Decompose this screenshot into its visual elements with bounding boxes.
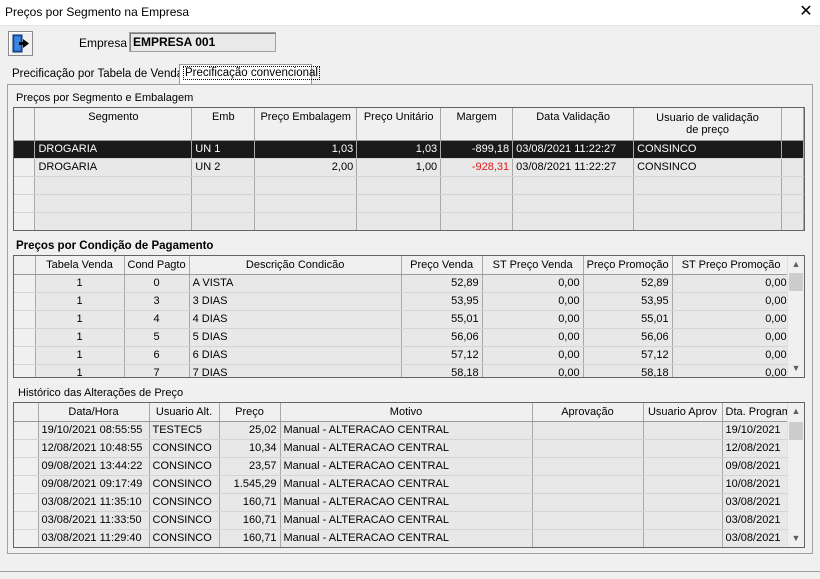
pagamento-grid[interactable]: Tabela Venda Cond Pagto Descrição Condic… [13,255,805,378]
col-preco-promocao[interactable]: Preço Promoção [583,256,673,275]
chevron-up-icon[interactable]: ▲ [788,256,804,273]
empty-row [14,212,804,230]
col-cond-pagto[interactable]: Cond Pagto [124,256,190,275]
col-usuario-alt[interactable]: Usuario Alt. [149,403,220,422]
margem-value: -928,31 [440,158,514,177]
col-descricao-condicao[interactable]: Descrição Condicão [189,256,402,275]
exit-button[interactable] [8,31,33,56]
pagamento-group-label: Preços por Condição de Pagamento [16,240,214,252]
col-st-preco-promocao[interactable]: ST Preço Promoção [672,256,791,275]
col-preco-unitario[interactable]: Preço Unitário [356,108,442,141]
chevron-down-icon[interactable]: ▼ [788,530,804,547]
table-row[interactable]: 09/08/2021 13:44:22 CONSINCO 23,57 Manual -… [14,457,795,476]
col-preco-venda[interactable]: Preço Venda [401,256,483,275]
col-data-validacao[interactable]: Data Validação [512,108,635,141]
table-row[interactable]: 144 DIAS 55,01 0,00 55,01 0,00 [14,310,791,329]
col-st-preco-venda[interactable]: ST Preço Venda [482,256,584,275]
table-row[interactable]: 133 DIAS 53,95 0,00 53,95 0,00 [14,292,791,311]
chevron-up-icon[interactable]: ▲ [788,403,804,420]
col-emb[interactable]: Emb [191,108,256,141]
historico-group-label: Histórico das Alterações de Preço [18,387,184,399]
historico-scrollbar[interactable]: ▲ ▼ [787,403,804,547]
chevron-down-icon[interactable]: ▼ [788,360,804,377]
empresa-label: Empresa [79,36,128,50]
table-row[interactable]: 03/08/2021 11:35:10 CONSINCO 160,71 Manual … [14,493,795,512]
close-icon[interactable]: ✕ [798,2,814,22]
historico-grid[interactable]: Data/Hora Usuario Alt. Preço Motivo Apro… [13,402,805,548]
table-row[interactable]: 10A VISTA 52,89 0,00 52,89 0,00 [14,274,791,293]
table-row[interactable]: 166 DIAS 57,12 0,00 57,12 0,00 [14,346,791,365]
col-data-hora[interactable]: Data/Hora [38,403,150,422]
table-row[interactable]: 03/08/2021 11:33:50 CONSINCO 160,71 Manual … [14,511,795,530]
col-usuario-validacao[interactable]: Usuario de validação de preço [633,108,782,141]
title-bar: Preços por Segmento na Empresa ✕ [0,0,820,26]
empty-row [14,194,804,213]
col-margem[interactable]: Margem [440,108,514,141]
pagamento-scrollbar[interactable]: ▲ ▼ [787,256,804,377]
col-preco-embalagem[interactable]: Preço Embalagem [254,108,358,141]
table-row[interactable]: DROGARIA UN 1 1,03 1,03 -899,18 03/08/20… [14,140,804,159]
divider [0,571,820,572]
table-row[interactable]: 19/10/2021 08:55:55 TESTEC5 25,02 Manual - … [14,421,795,440]
margem-value: -899,18 [440,140,514,159]
tab-precificacao-tabela-venda[interactable]: Precificação por Tabela de Venda [9,66,183,84]
table-row[interactable]: 03/08/2021 11:29:40 CONSINCO 160,71 Manual … [14,529,795,547]
tab-precificacao-convencional[interactable]: Precificação convencional [179,64,320,85]
segmento-group-label: Preços por Segmento e Embalagem [16,92,194,104]
col-preco[interactable]: Preço [219,403,281,422]
col-motivo[interactable]: Motivo [280,403,533,422]
table-row[interactable]: 09/08/2021 09:17:49 CONSINCO 1.545,29 Manua… [14,475,795,494]
window-title: Preços por Segmento na Empresa [5,5,190,19]
scroll-thumb[interactable] [789,422,803,440]
table-row[interactable]: 12/08/2021 10:48:55 CONSINCO 10,34 Manual -… [14,439,795,458]
empresa-field: EMPRESA 001 [129,32,276,52]
col-dta-program[interactable]: Dta. Program [722,403,795,422]
scroll-thumb[interactable] [789,273,803,291]
table-row[interactable]: 177 DIAS 58,18 0,00 58,18 0,00 [14,364,791,377]
col-segmento[interactable]: Segmento [34,108,193,141]
segmento-grid[interactable]: Segmento Emb Preço Embalagem Preço Unitá… [13,107,805,231]
col-usuario-aprov[interactable]: Usuario Aprov [643,403,723,422]
exit-door-icon [12,34,29,53]
col-aprovacao[interactable]: Aprovação [532,403,644,422]
table-row[interactable]: 155 DIAS 56,06 0,00 56,06 0,00 [14,328,791,347]
table-row[interactable]: DROGARIA UN 2 2,00 1,00 -928,31 03/08/20… [14,158,804,177]
empty-row [14,176,804,195]
col-tabela-venda[interactable]: Tabela Venda [35,256,125,275]
